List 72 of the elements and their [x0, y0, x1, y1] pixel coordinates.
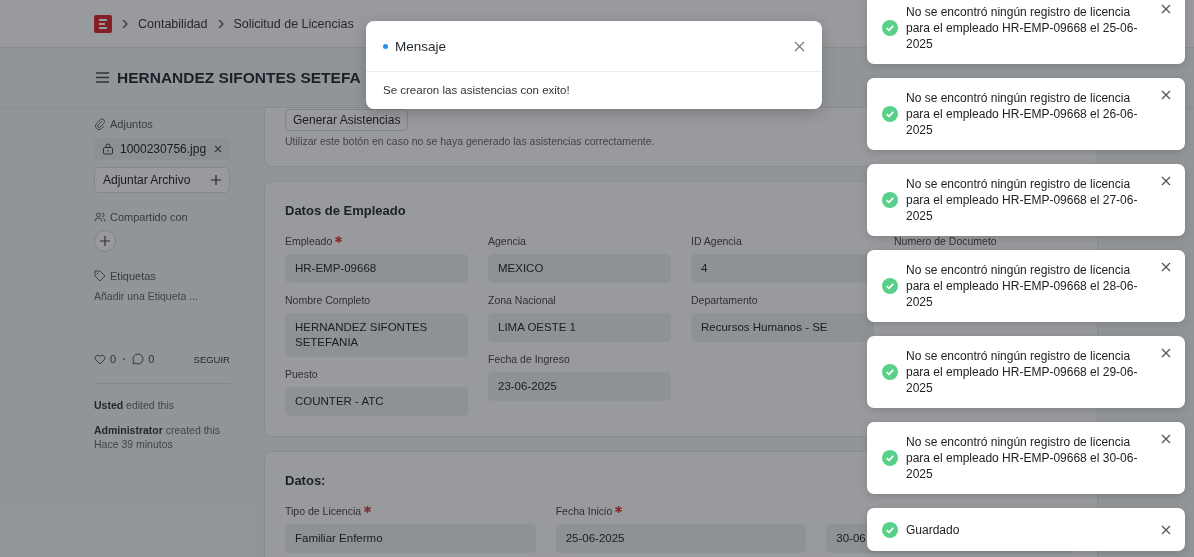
add-tag-link[interactable]: Añadir una Etiqueta ... [94, 290, 230, 302]
shared-with-label: Compartido con [110, 211, 188, 223]
close-icon[interactable] [1161, 90, 1171, 100]
toast-message: No se encontró ningún registro de licencia para el empleado HR-EMP-09668 el 28-06-2025 [906, 262, 1139, 310]
help-text: Utilizar este botón en caso no se haya generado las asistencias correctamente. [285, 135, 656, 147]
field-label: Zona Nacional [488, 294, 556, 308]
close-icon[interactable] [1161, 348, 1171, 358]
tag-icon [94, 270, 106, 282]
lock-icon [102, 143, 114, 155]
attachment-name[interactable]: 1000230756.jpg [120, 142, 207, 156]
chevron-icon [121, 18, 129, 29]
activity-text: Usted edited this [94, 398, 175, 412]
heart-icon[interactable] [94, 353, 106, 365]
activity-text: Administrator created this [94, 423, 222, 437]
app-logo-icon[interactable] [94, 14, 112, 33]
chevron-icon [216, 18, 225, 29]
attachment-chip[interactable]: 1000230756.jpg [94, 138, 230, 160]
close-icon[interactable] [1161, 262, 1171, 272]
close-icon[interactable] [794, 40, 805, 52]
add-share-button[interactable] [94, 230, 116, 252]
input-field[interactable]: Recursos Humanos - SE [691, 313, 874, 342]
section-title: Datos: [285, 473, 326, 488]
field-label: ID Agencia [691, 235, 742, 249]
input-field[interactable]: LIMA OESTE 1 [488, 313, 671, 342]
breadcrumb-link[interactable]: Solicitud de Licencias [233, 16, 354, 31]
field-label: Puesto [285, 368, 318, 382]
field-label: Tipo de Licencia [285, 505, 362, 519]
input-field[interactable]: MEXICO [488, 254, 671, 283]
plus-icon [211, 175, 221, 185]
section-title: Datos de Empleado [285, 203, 406, 218]
attach-file-button[interactable]: Adjuntar Archivo [94, 167, 230, 193]
close-icon[interactable] [1161, 524, 1171, 535]
close-icon[interactable] [1161, 434, 1171, 444]
input-field[interactable]: HERNANDEZ SIFONTES SETEFANIA [285, 313, 468, 357]
toast-message: Guardado [906, 521, 961, 538]
input-field[interactable]: COUNTER - ATC [285, 387, 468, 416]
menu-icon[interactable] [96, 72, 109, 83]
dialog-message: Se crearon las asistencias con exito! [382, 83, 571, 98]
breadcrumb-link[interactable]: Contabilidad [138, 16, 208, 31]
field-label: Departamento [691, 294, 758, 308]
attachments-label: Adjuntos [110, 118, 153, 130]
like-count: 0 [110, 353, 117, 365]
field-label: Fecha Inicio [555, 505, 613, 519]
generate-button[interactable]: Generar Asistencias [285, 109, 409, 131]
input-field[interactable]: HR-EMP-09668 [285, 254, 468, 283]
tags-label: Etiquetas [110, 270, 156, 282]
close-icon[interactable] [1161, 176, 1171, 186]
toast-message: No se encontró ningún registro de licencia para el empleado HR-EMP-09668 el 26-06-2025 [906, 90, 1139, 138]
people-icon [94, 211, 106, 223]
input-field[interactable]: Familiar Enfermo [285, 524, 536, 553]
field-label: Nombre Completo [285, 294, 371, 308]
plus-icon [100, 236, 110, 246]
close-icon[interactable] [1161, 4, 1171, 14]
field-label: Empleado [285, 235, 333, 249]
activity-time: Hace 39 minutos [94, 437, 174, 451]
field-label: Fecha de Ingreso [488, 353, 570, 367]
comment-count: 0 [148, 353, 155, 365]
follow-link[interactable]: SEGUIR [193, 353, 230, 365]
indicator-dot [383, 43, 388, 49]
toast-message: No se encontró ningún registro de licencia para el empleado HR-EMP-09668 el 29-06-2025 [906, 348, 1139, 396]
paperclip-icon [94, 118, 106, 130]
page-title: HERNANDEZ SIFONTES SETEFA [117, 68, 361, 87]
toast-message: No se encontró ningún registro de licencia para el empleado HR-EMP-09668 el 27-06-2025 [906, 176, 1139, 224]
input-field[interactable]: 25-06-2025 [555, 524, 807, 553]
close-icon[interactable] [214, 145, 222, 153]
dialog-title: Mensaje [395, 38, 447, 54]
field-label: Numero de Documeto [894, 235, 997, 249]
field-label: Agencia [488, 235, 526, 249]
input-field[interactable]: 23-06-2025 [488, 372, 671, 401]
toast-message: No se encontró ningún registro de licencia para el empleado HR-EMP-09668 el 30-06-2025 [906, 434, 1139, 482]
comment-icon[interactable] [132, 353, 145, 365]
toast-message: No se encontró ningún registro de licencia para el empleado HR-EMP-09668 el 25-06-2025 [906, 4, 1139, 52]
